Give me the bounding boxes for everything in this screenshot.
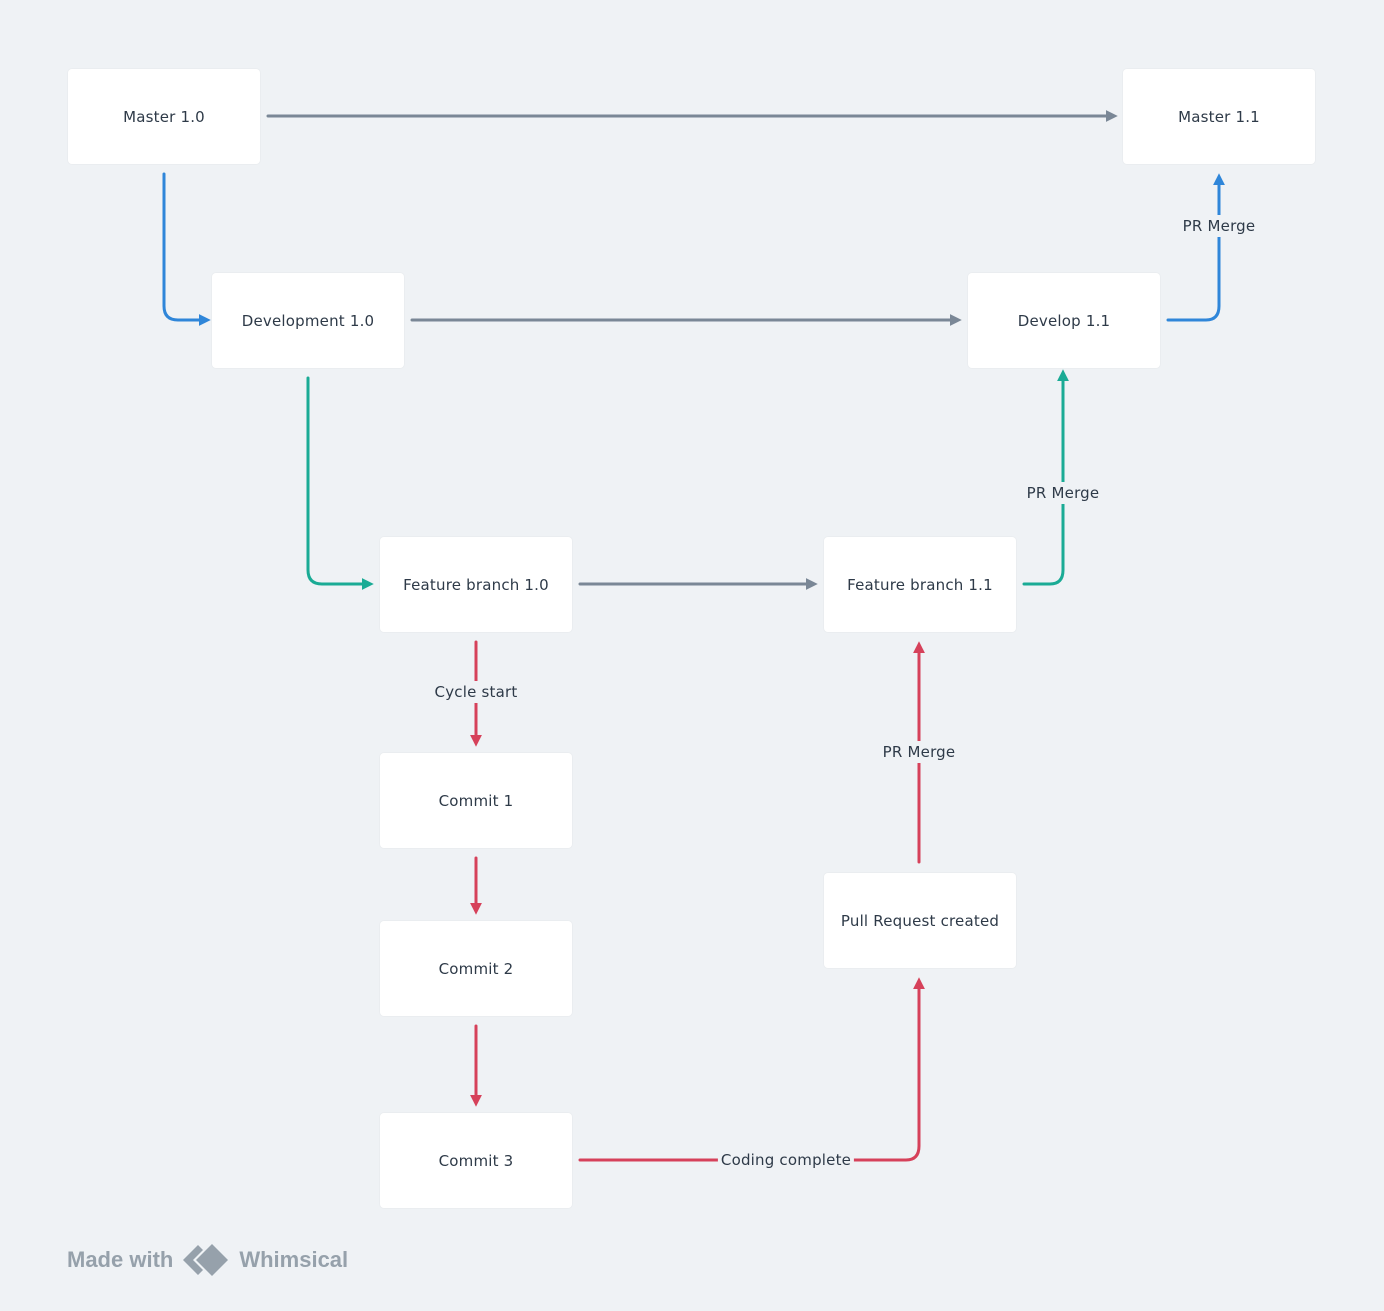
edge-label-cycle-start: Cycle start xyxy=(432,681,520,703)
edge-label-coding-complete: Coding complete xyxy=(717,1151,855,1169)
node-master-1-1[interactable]: Master 1.1 xyxy=(1123,69,1315,164)
node-label: Development 1.0 xyxy=(241,311,375,330)
diagram-canvas xyxy=(162,110,1225,1162)
node-development-1-0[interactable]: Development 1.0 xyxy=(212,273,404,368)
node-label: Master 1.1 xyxy=(1178,107,1260,126)
node-label: Commit 3 xyxy=(438,1151,514,1170)
node-label: Develop 1.1 xyxy=(1017,311,1111,330)
watermark-brand: Whimsical xyxy=(239,1247,349,1272)
node-label: Commit 2 xyxy=(438,959,514,978)
node-feature-branch-1-0[interactable]: Feature branch 1.0 xyxy=(380,537,572,632)
node-develop-1-1[interactable]: Develop 1.1 xyxy=(968,273,1160,368)
edge-dev11-to-master11[interactable] xyxy=(1166,173,1225,322)
node-master-1-0[interactable]: Master 1.0 xyxy=(68,69,260,164)
node-commit-2[interactable]: Commit 2 xyxy=(380,921,572,1016)
node-pull-request-created[interactable]: Pull Request created xyxy=(824,873,1016,968)
edge-label-pr-merge-master: PR Merge xyxy=(1180,215,1258,237)
edge-feat11-to-dev11[interactable] xyxy=(1022,369,1069,586)
node-label: Feature branch 1.1 xyxy=(847,575,993,594)
node-label: Feature branch 1.0 xyxy=(403,575,549,594)
node-label: Pull Request created xyxy=(840,911,1000,930)
edge-label-pr-merge-feature: PR Merge xyxy=(880,741,958,763)
edge-dev10-to-feat10[interactable] xyxy=(306,376,374,590)
node-commit-3[interactable]: Commit 3 xyxy=(380,1113,572,1208)
whimsical-logo-icon xyxy=(183,1244,229,1276)
node-feature-branch-1-1[interactable]: Feature branch 1.1 xyxy=(824,537,1016,632)
edge-master10-to-dev10[interactable] xyxy=(162,172,211,326)
watermark-prefix: Made with xyxy=(67,1247,174,1272)
node-commit-1[interactable]: Commit 1 xyxy=(380,753,572,848)
node-label: Master 1.0 xyxy=(123,107,205,126)
node-label: Commit 1 xyxy=(438,791,514,810)
made-with-whimsical-watermark[interactable]: Made with Whimsical xyxy=(67,1243,348,1277)
edge-commit3-to-pr[interactable] xyxy=(578,977,925,1162)
edge-label-pr-merge-develop: PR Merge xyxy=(1024,482,1102,504)
